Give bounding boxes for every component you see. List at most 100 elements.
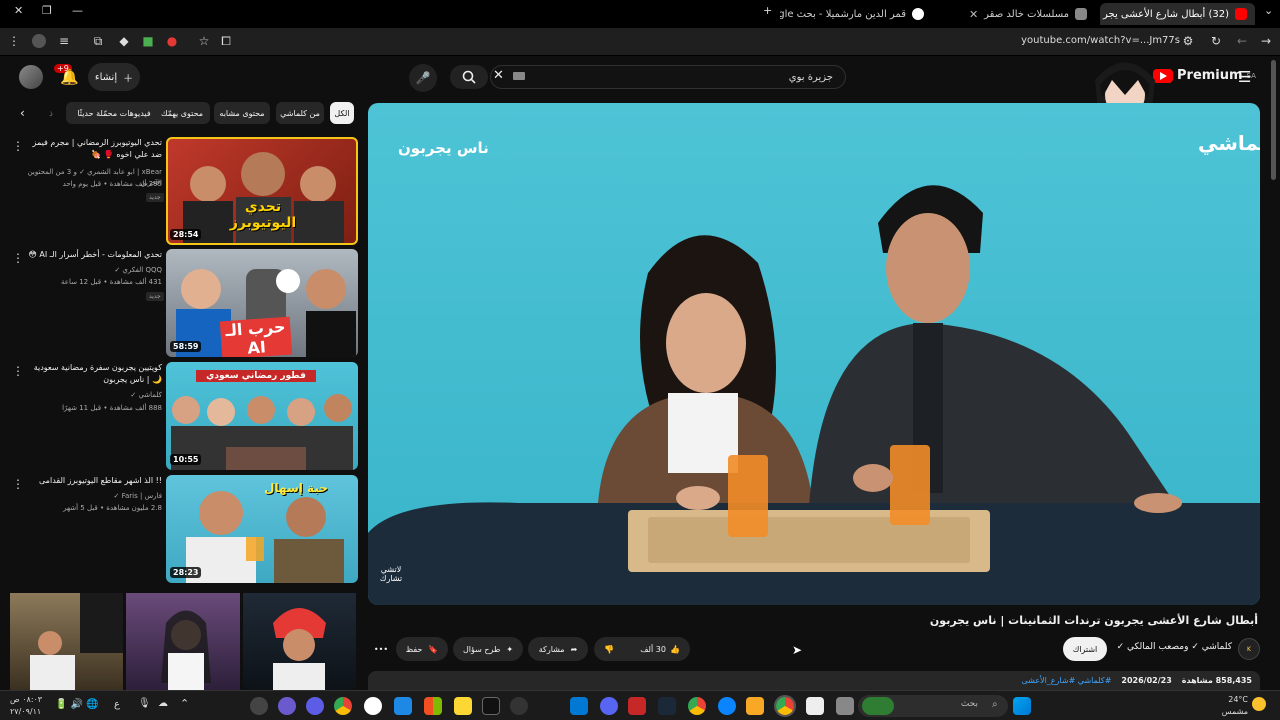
steam-icon[interactable] [658, 697, 676, 715]
clear-search-icon[interactable]: ✕ [493, 68, 504, 83]
page-scrollbar[interactable] [1271, 60, 1276, 180]
maximize-window-icon[interactable]: ❐ [42, 4, 52, 17]
forward-icon[interactable]: ← [1234, 34, 1250, 48]
recommended-video[interactable]: حرب الـ AI 58:59 ⋮ تحدي المعلومات - أخطر… [0, 249, 360, 357]
channel-name[interactable]: QQQ الفكري ✓ [12, 265, 162, 276]
taskbar-app-icon[interactable] [510, 697, 528, 715]
bookmark-star-icon[interactable]: ☆ [196, 34, 212, 48]
view-meta: 888 ألف مشاهدة • قبل 11 شهرًا [62, 404, 162, 412]
taskbar-app-icon[interactable] [364, 697, 382, 715]
back-icon[interactable]: → [1258, 34, 1274, 48]
bookmark-icon: 🔖 [428, 644, 439, 654]
taskbar-app-icon[interactable] [454, 697, 472, 715]
chrome-icon[interactable] [334, 697, 352, 715]
dislike-button[interactable]: 👎 [604, 645, 614, 654]
chip-all[interactable]: الكل [330, 102, 354, 124]
downloads-icon[interactable]: ≡ [56, 34, 72, 48]
plus-icon: ＋ [123, 73, 134, 85]
extensions-icon[interactable]: ⧉ [90, 34, 106, 49]
file-explorer-icon[interactable] [746, 697, 764, 715]
keyboard-icon[interactable] [513, 72, 525, 80]
search-button[interactable] [450, 65, 488, 89]
chrome-active-icon[interactable] [774, 695, 796, 717]
tab-search-icon[interactable]: ⌄ [1264, 4, 1273, 17]
voice-search-button[interactable]: 🎤 [409, 64, 437, 92]
new-tab-button[interactable]: + [763, 4, 772, 17]
edge-icon[interactable] [718, 697, 736, 715]
outlook-icon[interactable] [570, 697, 588, 715]
subscribe-button[interactable]: اشتراك [1063, 637, 1107, 661]
recommended-video[interactable]: تحدي اليوتيوبرز 28:54 ⋮ تحدي اليوتيوبرز … [0, 137, 360, 245]
save-button[interactable]: 🔖 حفظ [396, 637, 448, 661]
search-input[interactable]: جزيرة بوي [490, 65, 846, 89]
like-button[interactable]: 👍 30 ألف [640, 645, 680, 654]
channel-avatar[interactable]: K [1238, 638, 1260, 660]
video-overlay-title: ناس يجربون [398, 139, 489, 157]
extension-green-icon[interactable]: ■ [140, 34, 156, 48]
chip-for-you[interactable]: محتوى يهمّك [154, 102, 210, 124]
onedrive-icon[interactable]: ☁ [158, 698, 168, 709]
channel-name[interactable]: فارس | Faris ✓ [12, 491, 162, 502]
hamburger-menu-icon[interactable]: ☰ [1238, 68, 1251, 86]
ask-button[interactable]: ✦ طرح سؤال [453, 637, 523, 661]
browser-tab-youtube[interactable]: (32) أبطال شارع الأعشى يجر ✕ [1100, 3, 1255, 25]
more-actions-button[interactable]: ••• [371, 637, 391, 661]
taskbar-app-icon[interactable] [306, 697, 324, 715]
windows-taskbar: ٠٨:٠٣ ص ٢٧/٠٩/١١ 🔋 🔊 🌐 ع 🎙 ☁ ⌃ بحث ⌕ 24°… [0, 690, 1280, 720]
windows-start-icon[interactable] [1013, 697, 1031, 715]
filter-chips: ‹ ذ فيديوهات محمّلة حديثًا محتوى يهمّك م… [16, 102, 356, 124]
system-clock[interactable]: ٠٨:٠٣ ص ٢٧/٠٩/١١ [10, 694, 42, 718]
taskbar-app-settings-icon[interactable] [250, 697, 268, 715]
input-language[interactable]: ع [114, 699, 120, 710]
show-hidden-icons[interactable]: ⌃ [180, 697, 189, 710]
browser-tab-series[interactable]: مسلسلات خالد صقر ✕ [940, 3, 1095, 25]
microsoft-store-icon[interactable] [424, 697, 442, 715]
extension-diamond-icon[interactable]: ◆ [116, 34, 132, 48]
browser-menu-icon[interactable]: ⋮ [6, 34, 22, 48]
taskbar-app-icon[interactable] [278, 697, 296, 715]
share-button[interactable]: ➦ مشاركة [528, 637, 588, 661]
avatar[interactable] [19, 65, 43, 89]
recommended-video[interactable]: فطور رمضاني سعودي 10:55 ⋮ كويتيين يجربون… [0, 362, 360, 470]
close-window-icon[interactable]: ✕ [14, 4, 23, 17]
open-in-app-icon[interactable]: ⧠ [218, 34, 234, 49]
taskbar-app-icon[interactable] [394, 697, 412, 715]
thumbs-down-icon: 👎 [604, 644, 615, 654]
chip-related[interactable]: محتوى مشابه [214, 102, 270, 124]
channel-name[interactable]: كلماشي ✓ ومصعب المالكي ✓ [1117, 642, 1232, 652]
chevron-left-icon[interactable]: ‹ [20, 106, 25, 120]
minimize-window-icon[interactable]: — [72, 4, 83, 17]
chip-from-channel[interactable]: من كلماشي [276, 102, 324, 124]
browser-tab-google-search[interactable]: قمر الدين مارشميلا - بحث Google ✕ [780, 3, 932, 25]
preview-thumbnail[interactable] [126, 593, 240, 690]
preview-thumbnail[interactable] [10, 593, 123, 690]
video-title[interactable]: كويتيين يجربون سفرة رمضانية سعودية 🌙 | ن… [22, 362, 162, 386]
video-title[interactable]: تحدي اليوتيوبرز الرمضاني | مجرم فيمز ضد … [22, 137, 162, 161]
close-tab-icon[interactable]: ✕ [969, 8, 978, 21]
extension-red-icon[interactable]: ● [164, 34, 180, 48]
taskbar-app-icon[interactable] [806, 697, 824, 715]
description-box[interactable]: 858,435 مشاهدة 2026/02/23 #كلماشي #شارع_… [368, 671, 1260, 691]
mic-tray-icon[interactable]: 🎙 [138, 698, 151, 709]
chrome-icon[interactable] [688, 697, 706, 715]
discord-icon[interactable] [600, 697, 618, 715]
preview-thumbnail[interactable] [243, 593, 356, 690]
weather-widget[interactable]: 24°C مشمس [1218, 694, 1248, 718]
video-player[interactable]: ناس يجربون كلماشي لاتشي تشارك [368, 103, 1260, 605]
create-button[interactable]: إنشاء ＋ [88, 63, 140, 91]
hashtags[interactable]: #كلماشي #شارع_الأعشى [1021, 676, 1111, 686]
video-title[interactable]: !! الذ اشهر مقاطع اليوتيوبرز القدامى [22, 475, 162, 487]
chip-recently-uploaded[interactable]: فيديوهات محمّلة حديثًا [66, 102, 162, 124]
view-meta: 431 ألف مشاهدة • قبل 12 ساعة [61, 278, 162, 286]
profile-icon[interactable] [32, 34, 46, 48]
recommended-video[interactable]: حبة إسهال 28:23 ⋮ !! الذ اشهر مقاطع اليو… [0, 475, 360, 583]
chip-overflow[interactable]: ذ [46, 102, 56, 124]
taskbar-app-icon[interactable] [628, 697, 646, 715]
reload-icon[interactable]: ↻ [1208, 34, 1224, 48]
task-view-icon[interactable] [836, 697, 854, 715]
channel-name[interactable]: كلماشي ✓ [12, 390, 162, 401]
notifications-bell-icon[interactable]: 🔔 [60, 68, 79, 86]
system-tray-icons[interactable]: 🔋 🔊 🌐 [55, 699, 99, 710]
epic-games-icon[interactable] [482, 697, 500, 715]
video-title[interactable]: تحدي المعلومات - أخطر أسرار الـ AI 😳 [22, 249, 162, 261]
